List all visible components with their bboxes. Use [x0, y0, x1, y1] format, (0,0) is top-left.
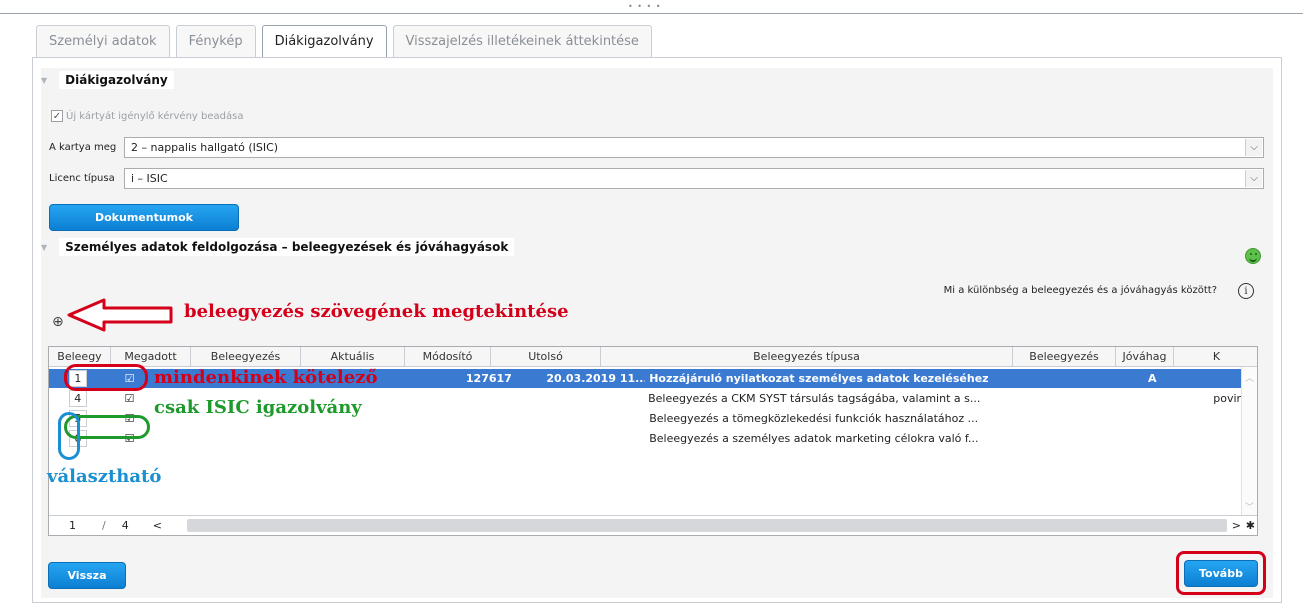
column-header[interactable]: Beleegyezés [191, 347, 301, 367]
section-student-id-header[interactable]: ▼ Diákigazolvány [41, 68, 174, 92]
column-header[interactable]: Beleegyezés típusa [601, 347, 1013, 367]
modifier-cell [462, 409, 543, 428]
consent-type-cell: Hozzájáruló nyilatkozat személyes adatok… [649, 372, 989, 385]
settings-gear-icon[interactable]: ✱ [1246, 519, 1255, 532]
next-button[interactable]: Tovább [1184, 560, 1258, 587]
last-modified-cell [542, 429, 645, 448]
section-title: Diákigazolvány [59, 71, 174, 89]
section-consent-header[interactable]: ▼ Személyes adatok feldolgozása – beleeg… [41, 235, 515, 259]
new-card-request-label: Új kártyát igénylő kérvény beadása [66, 110, 244, 122]
column-header[interactable]: Jóváhag [1116, 347, 1174, 367]
zoom-in-icon[interactable]: ⊕ [52, 314, 64, 330]
consent-type-cell: Beleegyezés a CKM SYST társulás tagságáb… [648, 392, 981, 405]
row-number: 4 [68, 390, 87, 407]
scroll-up-icon[interactable]: ︿ [1245, 371, 1254, 384]
consent-type-cell: Beleegyezés a személyes adatok marketing… [649, 432, 979, 445]
license-type-row: Licenc típusa i – ISIC ⌵ [49, 168, 1264, 189]
current-page[interactable]: 1 [69, 519, 76, 532]
window-top-bar: • • • • [0, 0, 1303, 14]
back-button[interactable]: Vissza [48, 562, 126, 589]
horizontal-scrollbar[interactable] [187, 519, 1227, 532]
approval-cell [1125, 409, 1179, 428]
tab-student-id[interactable]: Diákigazolvány [261, 25, 387, 58]
last-modified-cell: 20.03.2019 11... [546, 372, 646, 385]
collapse-triangle-icon[interactable]: ▼ [41, 76, 47, 85]
mandatory-annotation: mindenkinek kötelező [154, 367, 378, 388]
column-header[interactable]: Módosító [405, 347, 491, 367]
tab-bar: Személyi adatok Fénykép Diákigazolvány V… [36, 25, 658, 58]
chevron-down-icon[interactable]: ⌵ [1245, 139, 1262, 156]
modifier-cell [461, 389, 541, 408]
optional-annotation: választható [47, 466, 162, 487]
last-modified-cell [541, 389, 644, 408]
card-type-label: A kartya meg [49, 142, 117, 153]
scroll-down-icon[interactable]: ﹀ [1245, 500, 1254, 513]
license-type-select[interactable]: i – ISIC ⌵ [124, 168, 1264, 189]
column-header[interactable]: Utolsó [491, 347, 601, 367]
table-header: Beleegy Megadott Beleegyezés Aktuális Mó… [49, 347, 1257, 367]
total-pages: 4 [121, 519, 129, 532]
approval-cell [1123, 389, 1177, 408]
column-header[interactable]: K [1174, 347, 1257, 367]
drag-handle-icon[interactable]: • • • • [628, 2, 662, 11]
section-title: Személyes adatok feldolgozása – beleegye… [59, 238, 515, 256]
card-type-value: 2 – nappalis hallgató (ISIC) [131, 141, 279, 154]
chevron-down-icon[interactable]: ⌵ [1245, 170, 1262, 187]
view-text-annotation: beleegyezés szövegének megtekintése [184, 301, 569, 322]
blue-circle-annotation [58, 412, 80, 460]
new-card-request-row[interactable]: ✓ Új kártyát igénylő kérvény beadása [51, 110, 243, 122]
red-circle-annotation [64, 364, 148, 391]
consent-type-cell: Beleegyezés a tömegközlekedési funkciók … [649, 412, 979, 425]
approval-cell: A [1147, 372, 1157, 385]
collapse-triangle-icon[interactable]: ▼ [41, 243, 47, 252]
last-modified-cell [542, 409, 645, 428]
license-type-value: i – ISIC [131, 172, 168, 185]
table-pager: 1 / 4 < > ✱ [49, 515, 1257, 535]
modifier-cell [462, 429, 543, 448]
tab-fee-review[interactable]: Visszajelzés illetékeinek áttekintése [392, 25, 652, 57]
approval-cell [1125, 429, 1179, 448]
isic-only-annotation: csak ISIC igazolvány [154, 397, 362, 418]
modifier-cell: 127617 [465, 372, 512, 385]
tab-photo[interactable]: Fénykép [175, 25, 256, 57]
table-row[interactable]: 6 ☑ Beleegyezés a személyes adatok marke… [49, 429, 1257, 448]
scroll-right-icon[interactable]: > [1232, 519, 1241, 532]
column-header[interactable]: Aktuális [301, 347, 405, 367]
vertical-scrollbar[interactable]: ︿ ﹀ [1241, 367, 1257, 517]
smiley-status-icon [1245, 248, 1261, 264]
license-type-label: Licenc típusa [49, 173, 115, 184]
consent-vs-approval-link[interactable]: Mi a különbség a beleegyezés és a jóváha… [944, 285, 1217, 296]
red-arrow-annotation [67, 298, 173, 332]
page-separator: / [102, 519, 106, 532]
tab-personal-data[interactable]: Személyi adatok [36, 25, 170, 57]
info-icon[interactable]: i [1238, 283, 1254, 299]
card-type-select[interactable]: 2 – nappalis hallgató (ISIC) ⌵ [124, 137, 1264, 158]
card-type-row: A kartya meg 2 – nappalis hallgató (ISIC… [49, 137, 1264, 158]
scroll-left-icon[interactable]: < [153, 519, 162, 532]
column-header[interactable]: Beleegyezés [1013, 347, 1116, 367]
documents-button[interactable]: Dokumentumok [49, 204, 239, 231]
checkbox-icon[interactable]: ✓ [51, 110, 63, 122]
